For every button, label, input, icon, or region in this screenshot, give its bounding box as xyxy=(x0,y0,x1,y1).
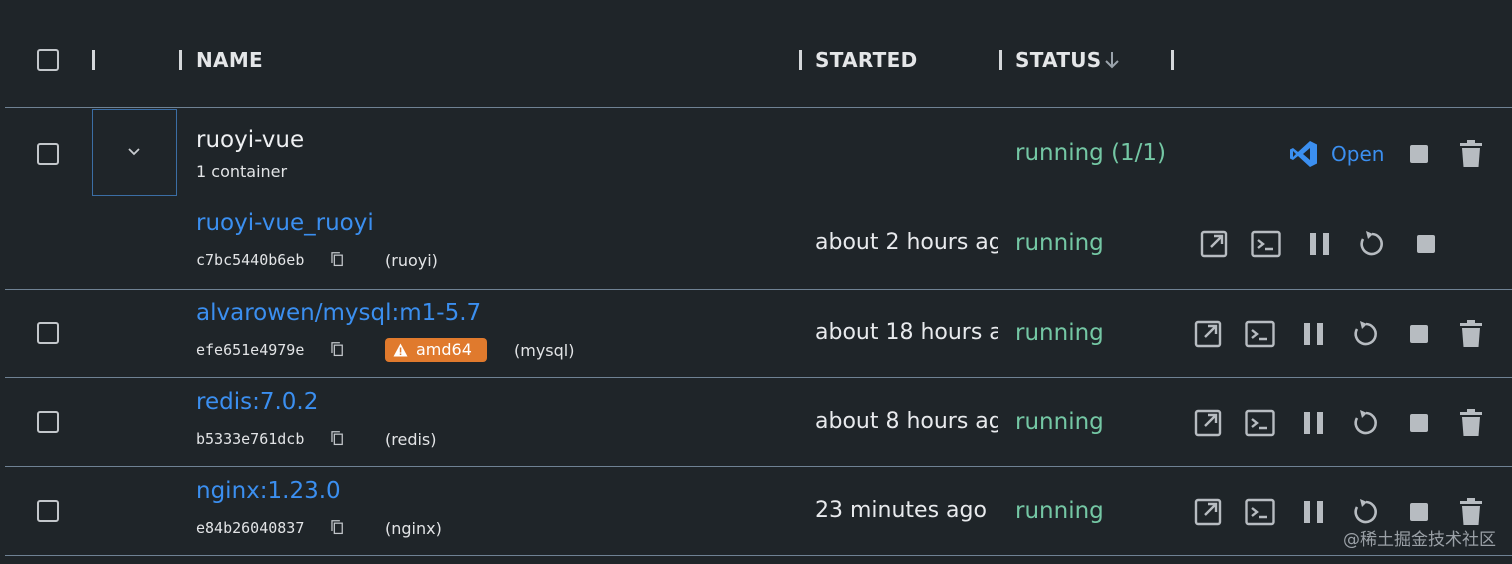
container-name-link[interactable]: ruoyi-vue_ruoyi xyxy=(196,210,374,236)
pause-icon[interactable] xyxy=(1304,501,1326,523)
container-alias: (redis) xyxy=(385,430,437,449)
watermark: @稀土掘金技术社区 xyxy=(1343,530,1496,550)
container-status: running xyxy=(1015,320,1104,346)
expand-toggle[interactable] xyxy=(92,109,177,196)
row-divider xyxy=(5,107,1512,108)
trash-icon[interactable] xyxy=(1460,140,1482,168)
container-alias: (ruoyi) xyxy=(385,251,438,270)
restart-icon[interactable] xyxy=(1352,409,1380,437)
column-separator[interactable] xyxy=(799,50,802,70)
terminal-icon[interactable] xyxy=(1245,409,1275,437)
warning-icon xyxy=(393,343,408,357)
vscode-icon xyxy=(1290,141,1317,167)
status-column-header[interactable]: STATUS xyxy=(1015,48,1102,72)
stop-icon[interactable] xyxy=(1410,325,1428,343)
copy-icon[interactable] xyxy=(331,431,344,446)
container-alias: (mysql) xyxy=(514,341,575,360)
restart-icon[interactable] xyxy=(1358,230,1386,258)
trash-icon[interactable] xyxy=(1460,498,1482,526)
chevron-down-icon xyxy=(128,148,140,156)
open-label: Open xyxy=(1331,142,1385,166)
container-alias: (nginx) xyxy=(385,519,442,538)
row-checkbox[interactable] xyxy=(37,143,59,165)
trash-icon[interactable] xyxy=(1460,320,1482,348)
group-name: ruoyi-vue xyxy=(196,127,305,153)
architecture-badge: amd64 xyxy=(385,338,487,362)
terminal-icon[interactable] xyxy=(1251,230,1281,258)
container-name-link[interactable]: alvarowen/mysql:m1-5.7 xyxy=(196,300,481,326)
row-divider xyxy=(5,289,1512,290)
started-time: 23 minutes ago xyxy=(815,498,987,523)
column-separator[interactable] xyxy=(92,50,95,70)
column-separator[interactable] xyxy=(179,50,182,70)
stop-icon[interactable] xyxy=(1410,503,1428,521)
open-external-icon[interactable] xyxy=(1194,409,1222,437)
started-time: about 18 hours ago xyxy=(815,320,998,345)
terminal-icon[interactable] xyxy=(1245,320,1275,348)
started-time: about 8 hours ago xyxy=(815,409,998,434)
column-separator[interactable] xyxy=(1171,50,1174,70)
group-subtitle: 1 container xyxy=(196,162,288,181)
open-external-icon[interactable] xyxy=(1200,230,1228,258)
open-external-icon[interactable] xyxy=(1194,320,1222,348)
copy-icon[interactable] xyxy=(331,342,344,357)
container-status: running xyxy=(1015,409,1104,435)
container-name-link[interactable]: nginx:1.23.0 xyxy=(196,478,341,504)
row-checkbox[interactable] xyxy=(37,322,59,344)
pause-icon[interactable] xyxy=(1304,323,1326,345)
row-divider xyxy=(5,377,1512,378)
container-id: c7bc5440b6eb xyxy=(196,251,305,269)
container-status: running xyxy=(1015,498,1104,524)
row-checkbox[interactable] xyxy=(37,500,59,522)
stop-icon[interactable] xyxy=(1410,414,1428,432)
name-column-header[interactable]: NAME xyxy=(196,48,263,72)
select-all-checkbox[interactable] xyxy=(37,49,59,71)
sort-arrow-down-icon[interactable] xyxy=(1102,50,1122,70)
restart-icon[interactable] xyxy=(1352,498,1380,526)
stop-icon[interactable] xyxy=(1410,145,1428,163)
open-in-vscode-button[interactable]: Open xyxy=(1289,138,1384,170)
restart-icon[interactable] xyxy=(1352,320,1380,348)
started-time: about 2 hours ago xyxy=(815,230,998,255)
row-divider xyxy=(5,466,1512,467)
stop-icon[interactable] xyxy=(1417,235,1435,253)
terminal-icon[interactable] xyxy=(1245,498,1275,526)
container-id: efe651e4979e xyxy=(196,341,305,359)
pause-icon[interactable] xyxy=(1304,412,1326,434)
trash-icon[interactable] xyxy=(1460,409,1482,437)
copy-icon[interactable] xyxy=(331,520,344,535)
open-external-icon[interactable] xyxy=(1194,498,1222,526)
column-separator[interactable] xyxy=(999,50,1002,70)
row-checkbox[interactable] xyxy=(37,411,59,433)
pause-icon[interactable] xyxy=(1310,233,1332,255)
group-status: running (1/1) xyxy=(1015,140,1167,166)
started-column-header[interactable]: STARTED xyxy=(815,48,917,72)
badge-label: amd64 xyxy=(416,340,472,359)
row-divider xyxy=(5,555,1512,556)
container-name-link[interactable]: redis:7.0.2 xyxy=(196,389,318,415)
copy-icon[interactable] xyxy=(331,252,344,267)
container-id: e84b26040837 xyxy=(196,519,305,537)
container-id: b5333e761dcb xyxy=(196,430,305,448)
container-status: running xyxy=(1015,230,1104,256)
